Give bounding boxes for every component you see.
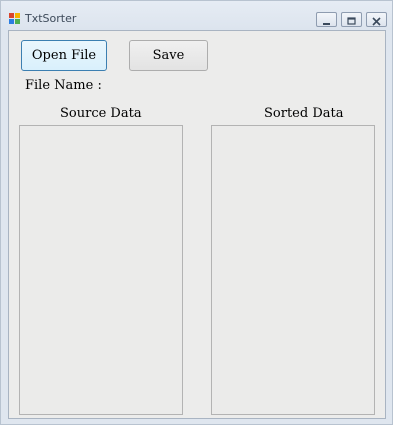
minimize-icon bbox=[323, 23, 330, 25]
close-button[interactable] bbox=[366, 12, 387, 27]
save-button[interactable]: Save bbox=[129, 40, 208, 71]
minimize-button[interactable] bbox=[316, 12, 337, 27]
sorted-data-title: Sorted Data bbox=[264, 106, 344, 121]
app-window: TxtSorter Open File Save File Name : Sou… bbox=[0, 0, 393, 425]
window-title: TxtSorter bbox=[25, 12, 77, 25]
file-name-label: File Name : bbox=[25, 78, 102, 93]
close-icon bbox=[372, 17, 381, 26]
maximize-icon bbox=[347, 17, 356, 25]
open-file-button[interactable]: Open File bbox=[21, 40, 107, 71]
source-data-title: Source Data bbox=[60, 106, 142, 121]
title-bar[interactable]: TxtSorter bbox=[1, 1, 392, 30]
sorted-data-list[interactable] bbox=[211, 125, 375, 415]
maximize-button[interactable] bbox=[341, 12, 362, 27]
source-data-list[interactable] bbox=[19, 125, 183, 415]
client-area: Open File Save File Name : Source Data S… bbox=[8, 30, 386, 419]
app-icon bbox=[9, 13, 20, 24]
